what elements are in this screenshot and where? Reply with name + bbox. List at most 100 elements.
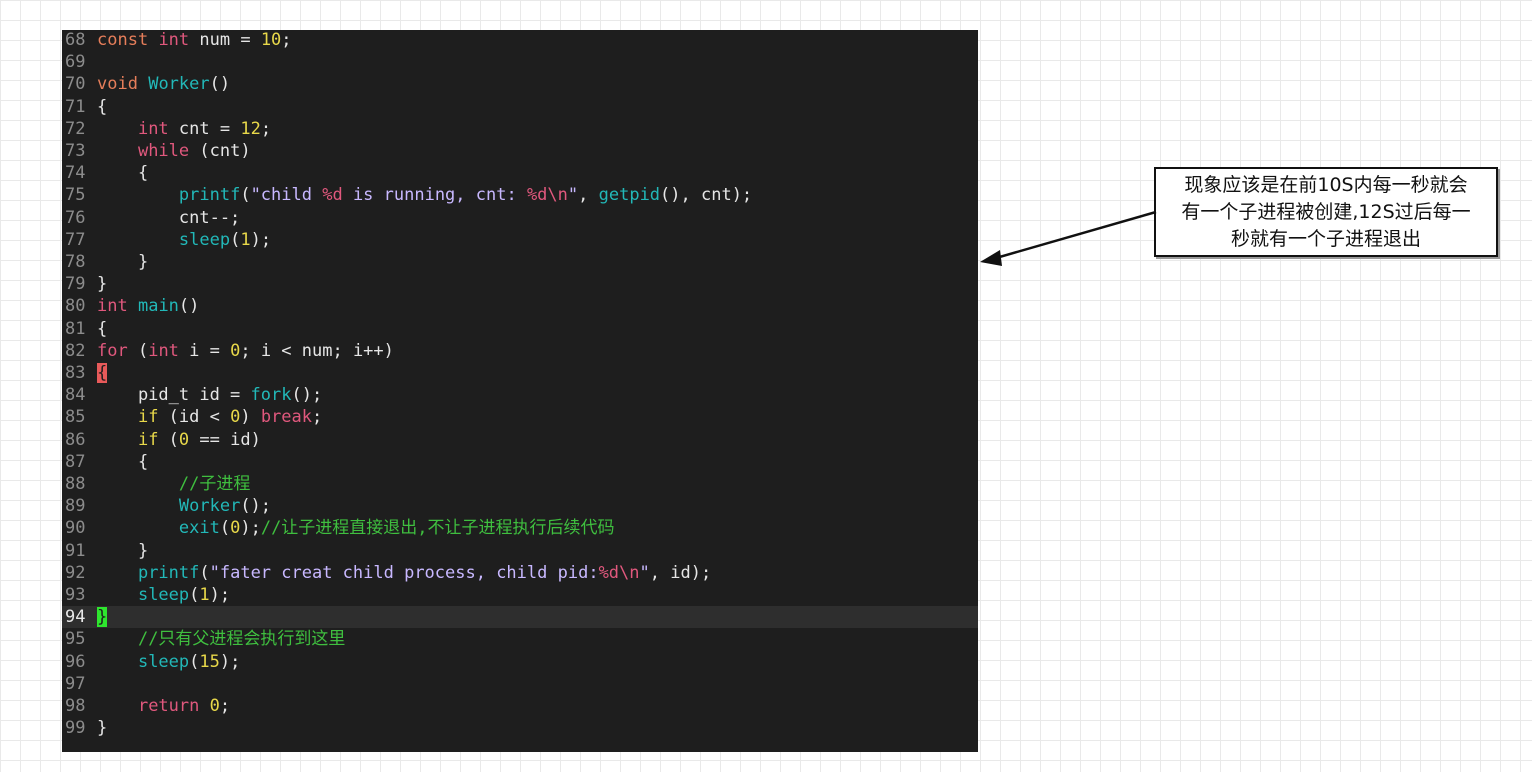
code-token: if [137,407,159,428]
code-token: ( [199,562,210,583]
line-number: 94 [65,607,86,628]
code-token: { [97,318,108,339]
code-line[interactable]: 90 exit(0);//让子进程直接退出,不让子进程执行后续代码 [62,517,978,539]
code-line[interactable]: 68 const int num = 10; [62,30,978,51]
line-code: sleep(1); [97,584,230,606]
line-code: int main() [97,295,199,317]
line-number: 75 [65,185,86,206]
code-token: { [97,96,108,117]
line-code: { [97,162,148,184]
line-number: 99 [65,718,86,739]
code-token: " [639,562,650,583]
code-token: sleep [137,651,190,672]
line-number: 86 [65,429,86,450]
code-line[interactable]: 83 { [62,362,978,384]
code-token: if [137,429,159,450]
code-token: sleep [178,229,231,250]
line-code: exit(0);//让子进程直接退出,不让子进程执行后续代码 [97,517,615,539]
code-token: printf [137,562,200,583]
code-line[interactable]: 89 Worker(); [62,495,978,517]
code-token: 1 [240,229,251,250]
code-line[interactable]: 73 while (cnt) [62,140,978,162]
line-code: } [97,273,107,295]
line-code: if (id < 0) break; [97,406,322,428]
code-token: while [137,141,190,161]
code-token: getpid [598,185,661,206]
code-line[interactable]: 74 { [62,162,978,184]
code-token: ); [209,585,231,605]
code-line[interactable]: 99} [62,717,978,739]
code-line[interactable]: 69 [62,51,978,73]
line-number: 84 [65,385,86,406]
code-line[interactable]: 96 sleep(15); [62,651,978,673]
line-code: //子进程 [97,473,250,495]
code-token: ); [240,518,261,539]
code-token: 10 [260,30,282,50]
code-line[interactable]: 91 } [62,540,978,562]
code-line[interactable]: 84 pid_t id = fork(); [62,384,978,406]
line-number: 91 [65,540,86,561]
code-token: 0 [178,429,190,450]
code-token: Worker [148,74,210,95]
code-line[interactable]: 71 { [62,96,978,118]
code-line[interactable]: 79} [62,273,978,295]
code-token: (id < [158,407,231,428]
line-code: pid_t id = fork(); [97,384,322,406]
line-number: 97 [65,673,86,694]
code-line[interactable]: 75 printf("child %d is running, cnt: %d\… [62,184,978,206]
line-number: 76 [65,207,86,228]
code-line[interactable]: 88 //子进程 [62,473,978,495]
annotation-callout: 现象应该是在前10S内每一秒就会 有一个子进程被创建,12S过后每一 秒就有一个… [1154,167,1498,257]
code-line[interactable]: 78 } [62,251,978,273]
code-line[interactable]: 77 sleep(1); [62,229,978,251]
code-line[interactable]: 87 { [62,451,978,473]
code-line[interactable]: 82 for (int i = 0; i < num; i++) [62,340,978,362]
code-token: is running, cnt: [342,185,527,206]
line-code: { [97,451,148,473]
code-line[interactable]: 80 int main() [62,295,978,317]
line-number: 68 [65,30,86,50]
line-code: for (int i = 0; i < num; i++) [97,340,394,362]
code-token: ( [127,340,149,361]
code-line[interactable]: 76 cnt--; [62,207,978,229]
code-token: //让子进程直接退出,不让子进程执行后续代码 [260,518,615,539]
line-code: } [97,251,148,273]
code-token: %d\n [526,185,568,206]
code-token: ; [260,118,272,139]
line-number: 72 [65,118,86,139]
code-token: ( [158,429,179,450]
code-token: sleep [137,585,190,605]
code-line[interactable]: 70 void Worker() [62,73,978,95]
code-line[interactable]: 98 return 0; [62,695,978,717]
code-line[interactable]: 93 sleep(1); [62,584,978,606]
code-line[interactable]: 94} [62,606,978,629]
code-line[interactable]: 86 if (0 == id) [62,429,978,451]
code-line[interactable]: 85 if (id < 0) break; [62,406,978,428]
code-token: } [97,252,149,272]
code-token: void [97,74,138,95]
line-number: 85 [65,407,86,428]
line-number: 70 [65,74,86,95]
line-number: 83 [65,363,86,383]
code-line[interactable]: 97 [62,673,978,695]
code-line[interactable]: 81 { [62,318,978,340]
line-code: sleep(1); [97,229,271,251]
code-line[interactable]: 92 printf("fater creat child process, ch… [62,562,978,584]
line-code: return 0; [97,695,230,717]
code-token: () [178,296,200,317]
line-code: { [97,318,107,340]
code-token: int [148,340,179,361]
code-token: " [567,185,579,206]
code-line[interactable]: 72 int cnt = 12; [62,118,978,140]
line-number: 87 [65,451,86,472]
code-editor[interactable]: 68 const int num = 10; 69 70 void Worker () 71… [62,30,978,752]
code-line[interactable]: 95 //只有父进程会执行到这里 [62,628,978,650]
code-token: 0 [230,340,241,361]
line-number: 82 [65,340,86,361]
